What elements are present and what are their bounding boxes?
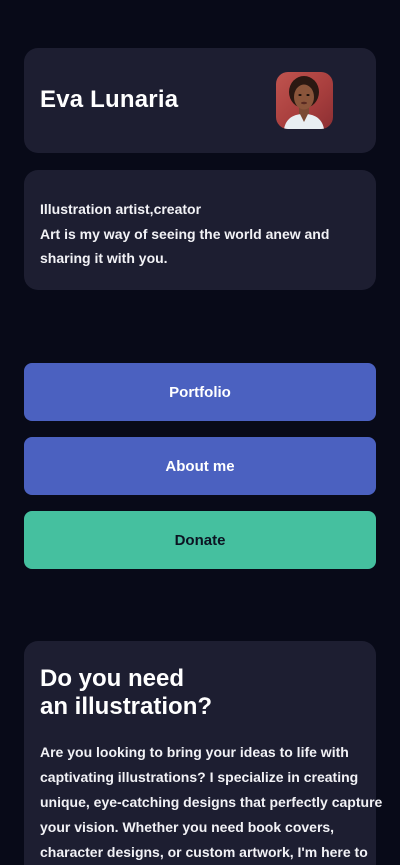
offer-text-line: character designs, or custom artwork, I'… <box>40 844 368 860</box>
avatar <box>276 72 333 129</box>
offer-heading-line: an illustration? <box>40 693 213 720</box>
offer-text-line: unique, eye-catching designs that perfec… <box>40 794 383 810</box>
offer-text-line: captivating illustrations? I specialize … <box>40 769 359 785</box>
page: Eva Lunaria Illustration artist,creator … <box>0 0 400 865</box>
profile-name: Eva Lunaria <box>40 86 179 113</box>
offer-heading: Do you need an illustration? <box>40 665 360 721</box>
offer-heading-line: Do you need <box>40 665 185 692</box>
bio-title: Illustration artist,creator <box>40 201 202 217</box>
about-me-button[interactable]: About me <box>24 437 376 495</box>
illustration-offer-card: Do you need an illustration? Are you loo… <box>24 641 383 865</box>
bio-card: Illustration artist,creator Art is my wa… <box>24 170 376 290</box>
portfolio-button[interactable]: Portfolio <box>24 363 376 421</box>
offer-text-line: your vision. Whether you need book cover… <box>40 819 335 835</box>
offer-text-line: Are you looking to bring your ideas to l… <box>40 744 349 760</box>
profile-card: Eva Lunaria <box>24 48 376 153</box>
bio-text-line: sharing it with you. <box>40 250 168 266</box>
bio-text-line: Art is my way of seeing the world anew a… <box>40 225 330 242</box>
donate-button[interactable]: Donate <box>24 511 376 569</box>
offer-description: Are you looking to bring your ideas to l… <box>40 740 383 865</box>
